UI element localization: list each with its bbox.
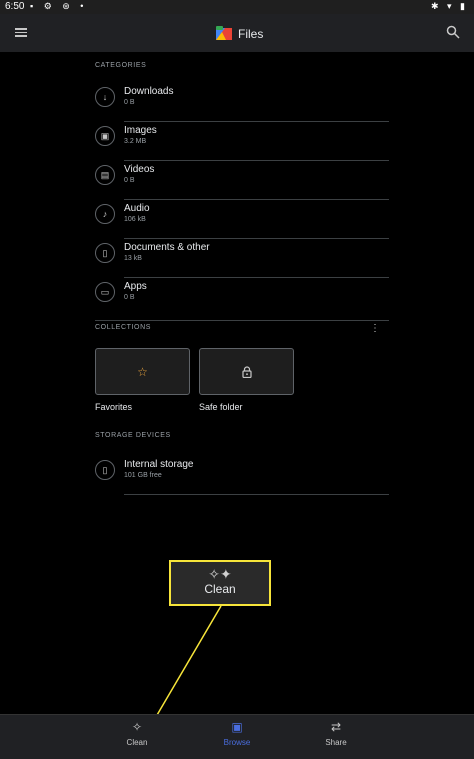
nav-browse-label: Browse [223, 738, 251, 747]
status-bar: 6:50 ▪ ⚙ ⊛ • ✱ ▾ ▮ [0, 0, 474, 14]
category-images[interactable]: ▣ Images 3.2 MB [95, 123, 389, 161]
more-options-icon[interactable]: ⋮ [370, 323, 380, 335]
nav-share[interactable]: ⇄ Share [306, 720, 366, 747]
folder-icon: ▣ [231, 720, 243, 734]
sparkle-icon: ✧ [131, 720, 143, 734]
divider [124, 238, 389, 239]
storage-free: 101 GB free [124, 472, 162, 479]
safe-folder-tile[interactable] [199, 348, 294, 395]
phone-icon: ▯ [95, 460, 115, 480]
status-time: 6:50 [5, 1, 25, 12]
storage-label: STORAGE DEVICES [95, 432, 171, 439]
sparkle-icon: ✧✦ [208, 566, 232, 582]
favorites-tile[interactable]: ☆ [95, 348, 190, 395]
favorites-label: Favorites [95, 402, 133, 412]
bottom-navigation: ✧ Clean ▣ Browse ⇄ Share [0, 714, 474, 759]
music-note-icon: ♪ [95, 204, 115, 224]
category-size: 106 kB [124, 216, 146, 223]
nav-share-label: Share [325, 738, 347, 747]
category-name: Apps [124, 281, 147, 292]
nav-clean[interactable]: ✧ Clean [107, 720, 167, 747]
category-size: 13 kB [124, 255, 142, 262]
storage-name: Internal storage [124, 459, 194, 470]
video-icon: ▤ [95, 165, 115, 185]
clean-callout: ✧✦ Clean [169, 560, 271, 606]
category-documents[interactable]: ▯ Documents & other 13 kB [95, 240, 389, 278]
app-title: Files [238, 27, 264, 41]
category-size: 0 B [124, 99, 135, 106]
files-logo-icon [216, 26, 232, 40]
app-bar: Files [0, 14, 474, 52]
category-audio[interactable]: ♪ Audio 106 kB [95, 201, 389, 239]
image-icon: ▣ [95, 126, 115, 146]
category-name: Videos [124, 164, 155, 175]
category-name: Audio [124, 203, 150, 214]
category-downloads[interactable]: ↓ Downloads 0 B [95, 84, 389, 122]
swap-arrows-icon: ⇄ [330, 720, 342, 734]
nav-browse[interactable]: ▣ Browse [207, 720, 267, 747]
category-videos[interactable]: ▤ Videos 0 B [95, 162, 389, 200]
divider [124, 121, 389, 122]
category-size: 3.2 MB [124, 138, 147, 145]
callout-label: Clean [204, 582, 236, 596]
divider [124, 160, 389, 161]
lock-icon [241, 365, 252, 378]
divider [124, 199, 389, 200]
system-icons: ✱ ▾ ▮ [430, 1, 468, 11]
category-size: 0 B [124, 294, 135, 301]
download-icon: ↓ [95, 87, 115, 107]
apps-icon: ▭ [95, 282, 115, 302]
internal-storage-row[interactable]: ▯ Internal storage 101 GB free [95, 457, 389, 495]
menu-icon[interactable] [15, 26, 27, 40]
categories-label: CATEGORIES [95, 62, 147, 69]
category-name: Documents & other [124, 242, 210, 253]
divider [124, 277, 389, 278]
category-name: Images [124, 125, 157, 136]
nav-clean-label: Clean [126, 738, 148, 747]
notification-icons: ▪ ⚙ ⊛ • [30, 1, 88, 11]
safe-folder-label: Safe folder [199, 402, 243, 412]
search-icon[interactable] [446, 25, 460, 39]
category-size: 0 B [124, 177, 135, 184]
document-icon: ▯ [95, 243, 115, 263]
divider [124, 494, 389, 495]
collections-label: COLLECTIONS [95, 324, 151, 331]
section-divider [95, 320, 389, 321]
star-icon: ☆ [137, 364, 148, 379]
category-name: Downloads [124, 86, 174, 97]
category-apps[interactable]: ▭ Apps 0 B [95, 279, 389, 317]
